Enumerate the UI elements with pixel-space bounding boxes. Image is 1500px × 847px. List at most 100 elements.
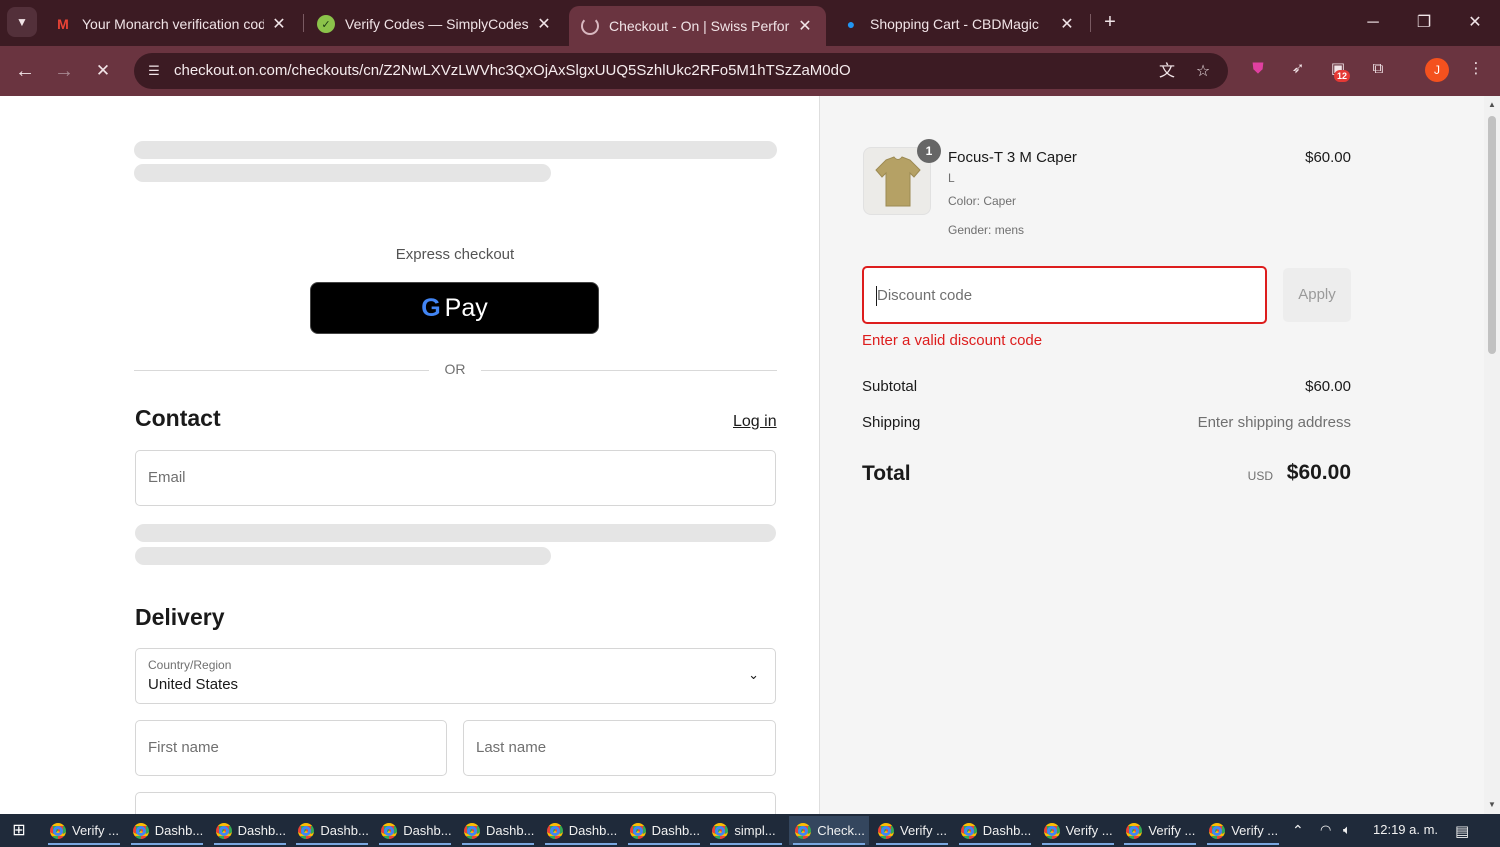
tab-monarch[interactable]: M Your Monarch verification code ✕: [42, 6, 300, 42]
taskbar-chrome-window[interactable]: Verify ...: [1203, 816, 1283, 845]
chrome-icon: [546, 822, 563, 839]
apply-discount-button[interactable]: Apply: [1283, 268, 1351, 322]
restore-button[interactable]: ❐: [1409, 8, 1439, 38]
tab-checkout-active[interactable]: Checkout - On | Swiss Performa ✕: [569, 6, 826, 46]
arrow-left-icon: ←: [15, 60, 35, 82]
close-icon: ✕: [95, 61, 111, 80]
notifications-icon[interactable]: ▤: [1455, 822, 1469, 840]
taskbar-item-indicator: [1207, 843, 1280, 845]
chrome-icon: [795, 822, 812, 839]
close-icon[interactable]: ✕: [270, 14, 288, 34]
volume-icon[interactable]: 🔈︎: [1343, 822, 1351, 838]
site-info-icon[interactable]: ☰: [144, 61, 164, 81]
taskbar-item-label: Dashb...: [982, 823, 1032, 838]
taskbar-chrome-window[interactable]: Dashb...: [955, 816, 1035, 845]
taskbar-item-label: Verify ...: [72, 823, 119, 838]
taskbar-chrome-window[interactable]: simpl...: [706, 816, 786, 845]
first-name-field[interactable]: First name: [135, 720, 447, 776]
back-button[interactable]: ←: [10, 56, 40, 86]
login-link[interactable]: Log in: [733, 413, 777, 431]
taskbar-item-indicator: [876, 843, 948, 845]
total-value: $60.00: [1286, 461, 1351, 484]
last-name-field[interactable]: Last name: [463, 720, 776, 776]
tab-simplycodes[interactable]: ✓ Verify Codes — SimplyCodes ✕: [305, 6, 565, 42]
chrome-icon: [381, 822, 398, 839]
taskbar-chrome-window[interactable]: Verify ...: [1038, 816, 1118, 845]
taskbar-chrome-window[interactable]: Dashb...: [541, 816, 621, 845]
taskbar-chrome-window[interactable]: Verify ...: [872, 816, 952, 845]
taskbar-item-label: Verify ...: [1148, 823, 1196, 838]
taskbar-item-label: Check...: [817, 823, 865, 838]
translate-icon[interactable]: 文: [1156, 61, 1178, 83]
product-gender: Gender: mens: [948, 223, 1025, 237]
gpay-label: Pay: [444, 293, 488, 322]
taskbar-item-indicator: [793, 843, 866, 845]
total-label: Total: [862, 462, 911, 485]
minimize-button[interactable]: ─: [1358, 8, 1388, 38]
taskbar-item-indicator: [296, 843, 369, 845]
chevron-up-icon[interactable]: ⌃: [1292, 822, 1304, 839]
email-field[interactable]: Email: [135, 450, 776, 506]
express-checkout-label: Express checkout: [395, 246, 515, 263]
bookmark-star-icon[interactable]: ☆: [1192, 61, 1214, 83]
taskbar-item-label: Dashb...: [568, 823, 618, 838]
tab-cbdmagic[interactable]: ● Shopping Cart - CBDMagic ✕: [830, 6, 1088, 42]
subtotal-label: Subtotal: [862, 378, 918, 395]
scrollbar-thumb[interactable]: [1488, 116, 1496, 354]
quantity-badge: 1: [917, 139, 941, 163]
tab-search-button[interactable]: ▼: [7, 7, 37, 37]
close-icon[interactable]: ✕: [535, 14, 553, 34]
close-icon[interactable]: ✕: [796, 16, 814, 36]
chrome-icon: [1043, 822, 1060, 839]
taskbar-chrome-window[interactable]: Dashb...: [210, 816, 290, 845]
shipping-value: Enter shipping address: [1197, 414, 1351, 431]
discount-code-input[interactable]: Discount code: [862, 266, 1267, 324]
close-window-button[interactable]: ✕: [1460, 8, 1490, 38]
taskbar-item-indicator: [379, 843, 452, 845]
puzzle-extensions-icon[interactable]: ⧉: [1366, 57, 1390, 81]
chrome-icon: [1126, 822, 1143, 839]
ublock-icon[interactable]: ⛊: [1246, 57, 1270, 81]
loading-skeleton: [135, 547, 551, 565]
taskbar-chrome-window[interactable]: Check...: [789, 816, 870, 845]
email-placeholder: Email: [148, 469, 186, 486]
taskbar-chrome-window[interactable]: Dashb...: [127, 816, 207, 845]
scroll-up-icon[interactable]: ▲: [1487, 100, 1497, 109]
clock[interactable]: 12:19 a. m.: [1373, 822, 1438, 837]
order-summary: 1 Focus-T 3 M Caper L Color: Caper Gende…: [819, 96, 1484, 814]
close-icon[interactable]: ✕: [1058, 14, 1076, 34]
profile-avatar[interactable]: J: [1425, 58, 1449, 82]
checkout-page: Express checkout G Pay OR Contact Log in…: [0, 96, 1484, 814]
taskbar-chrome-window[interactable]: Verify ...: [44, 816, 124, 845]
stop-loading-button[interactable]: ✕: [88, 56, 118, 86]
chrome-icon: [960, 822, 977, 839]
chrome-icon: [1209, 822, 1226, 839]
extension-badge: 12: [1334, 70, 1351, 82]
last-name-placeholder: Last name: [476, 739, 547, 756]
first-name-placeholder: First name: [148, 739, 219, 756]
new-tab-button[interactable]: +: [1098, 10, 1122, 34]
taskbar-chrome-window[interactable]: Dashb...: [458, 816, 538, 845]
google-pay-button[interactable]: G Pay: [310, 282, 599, 334]
taskbar-chrome-window[interactable]: Dashb...: [624, 816, 704, 845]
taskbar-item-indicator: [462, 843, 534, 845]
taskbar-chrome-window[interactable]: Dashb...: [292, 816, 372, 845]
kebab-menu-icon[interactable]: ⋮: [1464, 57, 1488, 81]
browser-tab-strip: ▼ M Your Monarch verification code ✕ ✓ V…: [0, 0, 1500, 46]
page-scrollbar[interactable]: ▲ ▼: [1484, 96, 1500, 814]
divider: [134, 370, 429, 371]
wifi-icon[interactable]: ◠: [1320, 822, 1331, 838]
url-text[interactable]: checkout.on.com/checkouts/cn/Z2NwLXVzLWV…: [174, 62, 851, 79]
scroll-down-icon[interactable]: ▼: [1487, 800, 1497, 809]
taskbar-chrome-window[interactable]: Dashb...: [375, 816, 455, 845]
address-field[interactable]: [135, 792, 776, 814]
taskbar-item-label: simpl...: [734, 823, 776, 838]
extension-icon[interactable]: ➶: [1286, 57, 1310, 81]
windows-start-icon[interactable]: ⊞: [8, 821, 30, 841]
forward-button[interactable]: →: [49, 56, 79, 86]
country-select[interactable]: Country/Region United States ⌄: [135, 648, 776, 704]
taskbar-item-indicator: [1041, 843, 1114, 845]
taskbar-chrome-window[interactable]: Verify ...: [1120, 816, 1200, 845]
address-bar[interactable]: ☰ checkout.on.com/checkouts/cn/Z2NwLXVzL…: [134, 53, 1228, 89]
chrome-icon: [50, 822, 66, 839]
